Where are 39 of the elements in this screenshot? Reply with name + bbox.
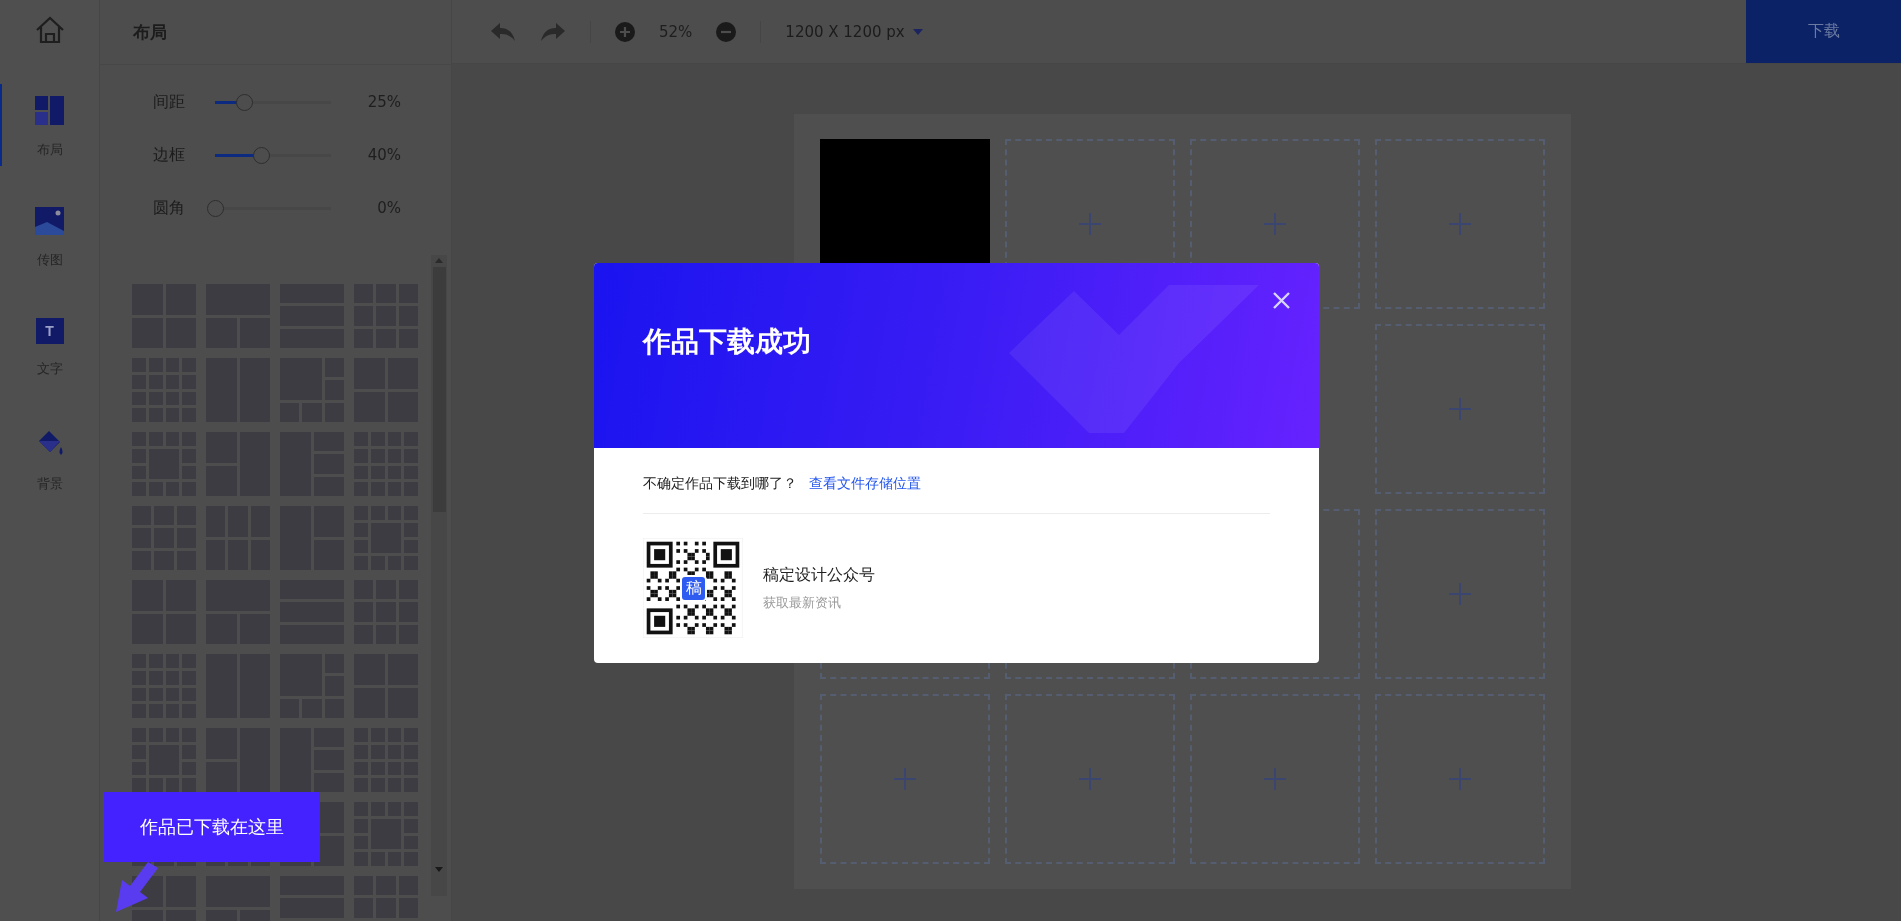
- home-icon[interactable]: [34, 16, 65, 44]
- empty-slot[interactable]: [820, 694, 990, 864]
- download-button[interactable]: 下载: [1746, 0, 1901, 63]
- layout-thumbnail[interactable]: [132, 728, 196, 792]
- redo-icon[interactable]: [540, 21, 566, 42]
- plus-icon: [1079, 768, 1101, 790]
- layout-icon: [35, 96, 64, 125]
- text-icon: T: [35, 318, 64, 344]
- caret-icon: [912, 28, 923, 35]
- account-note: 获取最新资讯: [763, 593, 842, 612]
- empty-slot[interactable]: [1375, 694, 1545, 864]
- account-name: 稿定设计公众号: [763, 564, 875, 586]
- undo-icon[interactable]: [490, 21, 516, 42]
- question-text: 不确定作品下载到哪了？: [643, 475, 797, 493]
- plus-icon: [1264, 768, 1286, 790]
- plus-icon: [1264, 213, 1286, 235]
- dialog-title: 作品下载成功: [643, 325, 811, 358]
- empty-slot[interactable]: [1005, 694, 1175, 864]
- empty-slot[interactable]: [1375, 324, 1545, 494]
- scrollbar[interactable]: [431, 255, 447, 896]
- plus-icon: [1449, 583, 1471, 605]
- tooltip: 作品已下载在这里: [104, 792, 320, 862]
- layout-thumbnail[interactable]: [206, 728, 270, 792]
- empty-slot[interactable]: [1190, 694, 1360, 864]
- plus-icon: [1449, 213, 1471, 235]
- logo-badge: 稿: [680, 575, 707, 602]
- zoom-in-icon[interactable]: [615, 21, 635, 42]
- plus-icon: [1079, 213, 1101, 235]
- plus-icon: [894, 768, 916, 790]
- plus-icon: [1449, 398, 1471, 420]
- storage-link[interactable]: 查看文件存储位置: [809, 475, 921, 493]
- zoom-out-icon[interactable]: [716, 21, 737, 42]
- plus-icon: [1449, 768, 1471, 790]
- empty-slot[interactable]: [1375, 139, 1545, 309]
- image-icon: [35, 207, 64, 235]
- close-icon[interactable]: [1273, 292, 1290, 309]
- layout-thumbnail[interactable]: [280, 728, 344, 792]
- empty-slot[interactable]: [1375, 509, 1545, 679]
- pointer-arrow: [114, 862, 158, 912]
